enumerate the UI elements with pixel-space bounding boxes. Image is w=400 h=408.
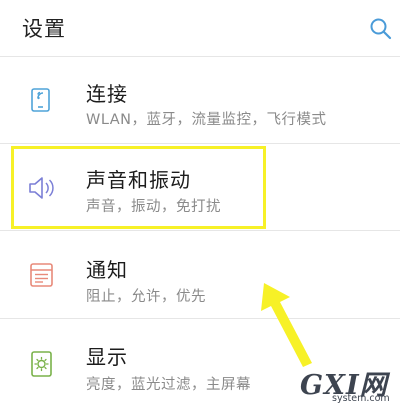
settings-item-subtitle: WLAN，蓝牙，流量监控，飞行模式 [86, 112, 327, 128]
notification-icon [27, 260, 57, 290]
site-watermark: GXI网 system.com [296, 365, 400, 408]
settings-header: 设置 [0, 0, 400, 56]
settings-item-title: 通知 [86, 258, 128, 282]
settings-item-connection[interactable]: 连接 WLAN，蓝牙，流量监控，飞行模式 [0, 57, 400, 143]
settings-item-subtitle: 阻止，允许，优先 [86, 289, 206, 305]
settings-item-notifications[interactable]: 通知 阻止，允许，优先 [0, 231, 400, 317]
watermark-url: system.com [332, 393, 390, 404]
search-icon[interactable] [368, 16, 394, 42]
display-icon [27, 349, 57, 379]
settings-item-title: 连接 [86, 82, 128, 106]
page-title: 设置 [22, 17, 66, 41]
settings-item-title: 显示 [86, 345, 128, 369]
settings-item-subtitle: 亮度，蓝光过滤，主屏幕 [86, 377, 251, 393]
pointer-arrow [250, 275, 330, 375]
connection-icon [27, 85, 57, 115]
highlight-box [11, 146, 266, 229]
